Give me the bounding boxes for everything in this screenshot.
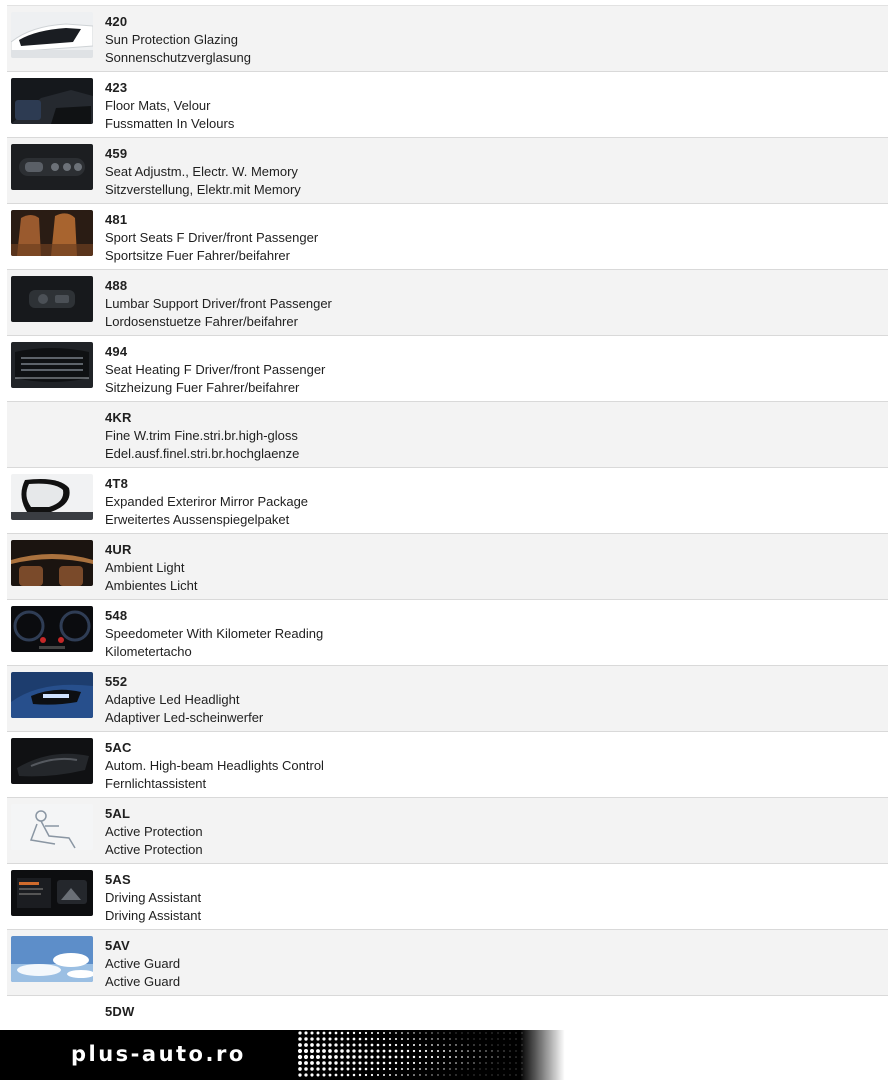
option-code: 5AV (105, 938, 130, 953)
option-name-en: Floor Mats, Velour (105, 98, 211, 113)
option-row-4ur: 4UR Ambient Light Ambientes Licht (7, 533, 888, 599)
option-name-de: Active Guard (105, 974, 181, 989)
option-name-de: Fussmatten In Velours (105, 116, 235, 131)
brown-sport-seats-image (11, 210, 93, 256)
option-row-5as: 5AS Driving Assistant Driving Assistant (7, 863, 888, 929)
option-code: 459 (105, 146, 128, 161)
option-code: 548 (105, 608, 128, 623)
option-name-de: Edel.ausf.finel.stri.br.hochglaenze (105, 446, 300, 461)
option-name-de: Sportsitze Fuer Fahrer/beifahrer (105, 248, 290, 263)
air-vent-controls-image (11, 342, 93, 388)
option-row-420: 420 Sun Protection Glazing Sonnenschutzver… (7, 5, 888, 71)
option-name-de: Active Protection (105, 842, 203, 857)
option-row-5av: 5AV Active Guard Active Guard (7, 929, 888, 995)
option-row-488: 488 Lumbar Support Driver/front Passenger… (7, 269, 888, 335)
option-code: 5DW (105, 1004, 135, 1019)
car-rear-window-image (11, 12, 93, 58)
halftone-dots-decoration (297, 1031, 523, 1077)
option-name-en: Seat Adjustm., Electr. W. Memory (105, 164, 298, 179)
option-row-481: 481 Sport Seats F Driver/front Passenger S… (7, 203, 888, 269)
option-row-548: 548 Speedometer With Kilometer Reading Kil… (7, 599, 888, 665)
option-name-en: Lumbar Support Driver/front Passenger (105, 296, 332, 311)
option-name-en: Seat Heating F Driver/front Passenger (105, 362, 326, 377)
option-name-de: Sitzheizung Fuer Fahrer/beifahrer (105, 380, 300, 395)
option-list: 420 Sun Protection Glazing Sonnenschutzver… (7, 5, 888, 1061)
sky-clouds-image (11, 936, 93, 982)
option-code: 552 (105, 674, 128, 689)
seat-memory-buttons-image (11, 144, 93, 190)
seated-occupant-sketch-image (11, 804, 93, 850)
option-name-en: Ambient Light (105, 560, 185, 575)
watermark-footer: plus-auto.ro (0, 1030, 892, 1080)
ambient-interior-image (11, 540, 93, 586)
option-name-de: Driving Assistant (105, 908, 202, 923)
car-interior-floor-image (11, 78, 93, 124)
option-name-de: Sitzverstellung, Elektr.mit Memory (105, 182, 301, 197)
option-name-en: Active Guard (105, 956, 181, 971)
option-name-en: Sport Seats F Driver/front Passenger (105, 230, 319, 245)
option-code: 4T8 (105, 476, 129, 491)
option-name-en: Speedometer With Kilometer Reading (105, 626, 324, 641)
option-code: 5AL (105, 806, 131, 821)
option-name-en: Adaptive Led Headlight (105, 692, 240, 707)
footer-fade (520, 1030, 892, 1080)
option-code: 5AS (105, 872, 131, 887)
option-name-en: Sun Protection Glazing (105, 32, 238, 47)
option-row-4t8: 4T8 Expanded Exteriror Mirror Package Erwe… (7, 467, 888, 533)
option-name-en: Active Protection (105, 824, 203, 839)
option-name-de: Kilometertacho (105, 644, 192, 659)
option-code: 423 (105, 80, 128, 95)
option-row-552: 552 Adaptive Led Headlight Adaptiver Led-s… (7, 665, 888, 731)
option-code: 4KR (105, 410, 132, 425)
option-code: 481 (105, 212, 128, 227)
brand-logo-text: plus-auto.ro (71, 1042, 246, 1066)
dark-headlight-image (11, 738, 93, 784)
option-code: 420 (105, 14, 128, 29)
option-name-en: Fine W.trim Fine.stri.br.high-gloss (105, 428, 298, 443)
option-name-en: Autom. High-beam Headlights Control (105, 758, 324, 773)
option-name-en: Driving Assistant (105, 890, 202, 905)
blue-car-headlight-image (11, 672, 93, 718)
option-row-423: 423 Floor Mats, Velour Fussmatten In Velou… (7, 71, 888, 137)
side-mirror-image (11, 474, 93, 520)
option-name-de: Erweitertes Aussenspiegelpaket (105, 512, 290, 527)
option-row-5al: 5AL Active Protection Active Protection (7, 797, 888, 863)
option-name-en: Expanded Exteriror Mirror Package (105, 494, 309, 509)
option-row-4kr: 4KR Fine W.trim Fine.stri.br.high-gloss Ed… (7, 401, 888, 467)
option-row-459: 459 Seat Adjustm., Electr. W. Memory Sitzv… (7, 137, 888, 203)
option-code: 4UR (105, 542, 132, 557)
option-code: 494 (105, 344, 128, 359)
option-name-de: Ambientes Licht (105, 578, 198, 593)
option-name-de: Fernlichtassistent (105, 776, 207, 791)
option-name-de: Adaptiver Led-scheinwerfer (105, 710, 264, 725)
option-code: 488 (105, 278, 128, 293)
option-name-de: Lordosenstuetze Fahrer/beifahrer (105, 314, 298, 329)
option-name-de: Sonnenschutzverglasung (105, 50, 251, 65)
assistant-display-image (11, 870, 93, 916)
option-row-494: 494 Seat Heating F Driver/front Passenger… (7, 335, 888, 401)
option-code: 5AC (105, 740, 132, 755)
lumbar-switch-image (11, 276, 93, 322)
instrument-cluster-image (11, 606, 93, 652)
option-row-5ac: 5AC Autom. High-beam Headlights Control Fe… (7, 731, 888, 797)
